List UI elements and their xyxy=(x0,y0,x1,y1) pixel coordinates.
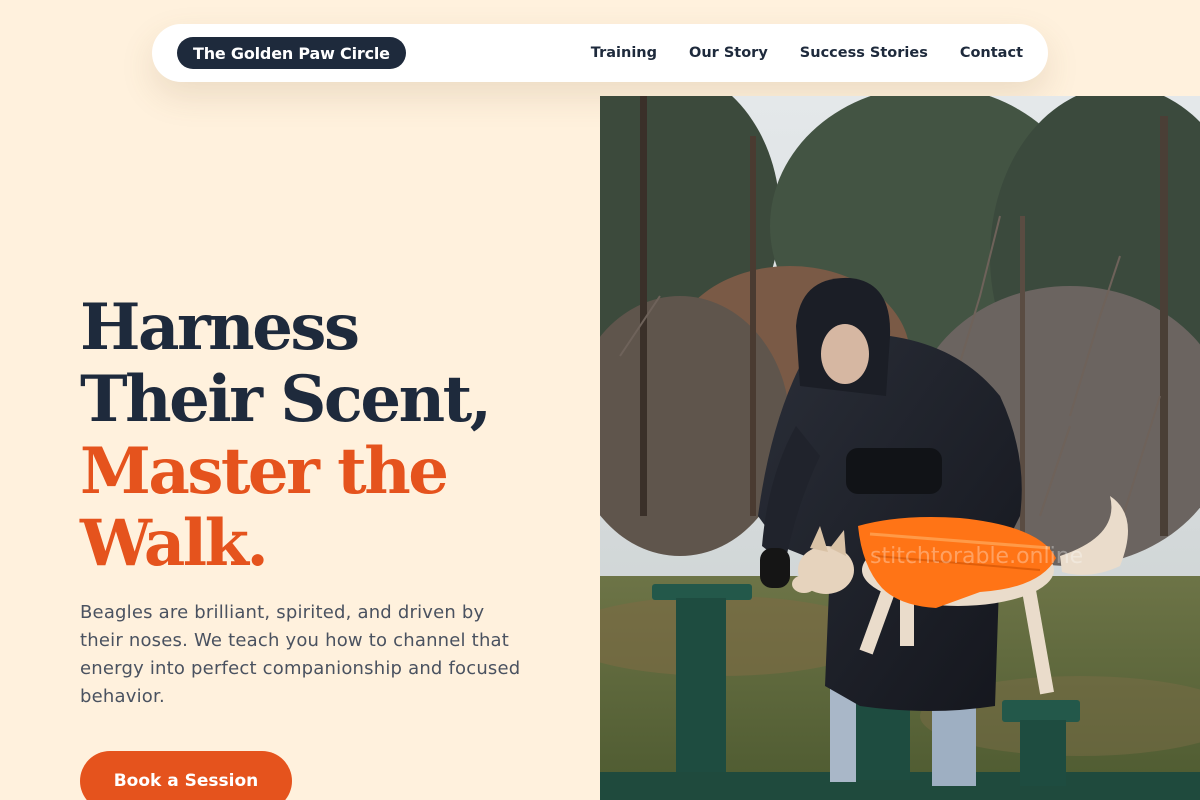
nav-links: Training Our Story Success Stories Conta… xyxy=(591,45,1023,61)
hero-title-line-2: Their Scent, xyxy=(80,362,492,437)
hero-title: Harness Their Scent, Master the Walk. xyxy=(80,292,560,580)
nav-link-training[interactable]: Training xyxy=(591,45,657,61)
navbar: The Golden Paw Circle Training Our Story… xyxy=(152,24,1048,82)
nav-link-success-stories[interactable]: Success Stories xyxy=(800,45,928,61)
photo-watermark: stitchtorable.online xyxy=(870,544,1083,569)
book-session-button[interactable]: Book a Session xyxy=(80,751,292,800)
hero-title-accent-line-1: Master the xyxy=(80,434,449,509)
hero-description: Beagles are brilliant, spirited, and dri… xyxy=(80,602,521,707)
nav-link-contact[interactable]: Contact xyxy=(960,45,1023,61)
nav-link-our-story[interactable]: Our Story xyxy=(689,45,768,61)
brand-logo[interactable]: The Golden Paw Circle xyxy=(177,37,406,69)
hero-title-accent-line-2: Walk. xyxy=(80,506,269,581)
hero-title-line-1: Harness xyxy=(80,290,360,365)
hero-photo: stitchtorable.online xyxy=(600,96,1200,800)
